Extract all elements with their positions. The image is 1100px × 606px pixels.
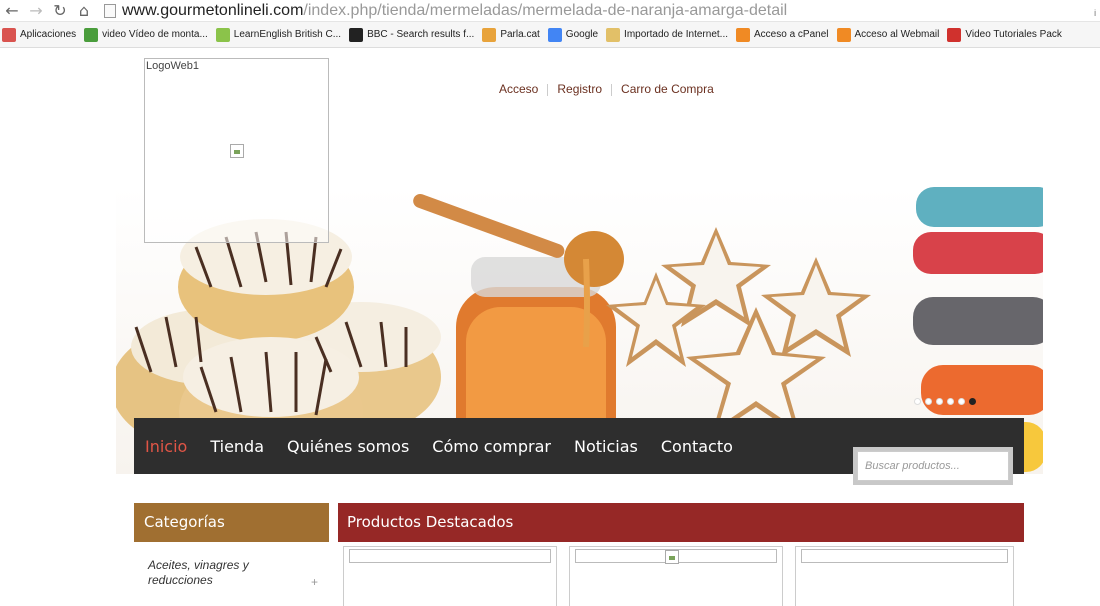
bookmark-icon [836,27,851,42]
slider-dot[interactable] [947,398,954,405]
bookmark-label: Video Tutoriales Pack [965,29,1062,40]
slider-dot[interactable] [925,398,932,405]
broken-image-icon [665,550,679,564]
expand-plus-icon[interactable]: + [311,575,318,589]
bookmark-item[interactable]: Google [546,27,604,42]
bookmark-icon [947,27,962,42]
back-icon[interactable]: ← [0,0,24,22]
bookmark-label: LearnEnglish British C... [233,29,342,40]
nav-quienes-somos[interactable]: Quiénes somos [287,437,409,456]
bookmark-icon [547,27,562,42]
home-icon[interactable]: ⌂ [72,0,96,22]
bookmark-label: Google [565,29,599,40]
slider-dot[interactable] [958,398,965,405]
nav-noticias[interactable]: Noticias [574,437,638,456]
bookmark-item[interactable]: LearnEnglish British C... [214,27,347,42]
bookmark-icon [2,27,16,42]
bookmark-label: video Vídeo de monta... [102,29,208,40]
bookmark-item[interactable]: Video Tutoriales Pack [945,27,1068,42]
product-image-frame [801,549,1008,563]
product-image-frame [349,549,551,563]
product-card[interactable] [795,546,1014,606]
bookmark-icon [482,27,497,42]
register-link[interactable]: Registro [548,82,611,96]
website: LogoWeb1 Acceso Registro Carro de Compra… [0,48,1100,606]
bookmark-label: Acceso a cPanel [754,29,829,40]
login-link[interactable]: Acceso [490,82,547,96]
star-cookies-illustration [606,227,871,437]
categories-heading: Categorías [134,503,329,542]
product-card[interactable] [343,546,557,606]
nav-contacto[interactable]: Contacto [661,437,733,456]
nav-inicio[interactable]: Inicio [145,437,187,456]
bookmark-item[interactable]: Importado de Internet... [604,27,734,42]
bookmark-icon [736,27,750,42]
featured-products-heading: Productos Destacados [338,503,1024,542]
bookmark-label: Importado de Internet... [624,29,728,40]
broken-image-icon [230,144,244,158]
product-image-frame [575,549,777,564]
bookmark-item[interactable]: video Vídeo de monta... [82,27,214,42]
slider-dot[interactable] [936,398,943,405]
bookmark-icon [606,27,621,42]
slider-dot[interactable] [969,398,976,405]
bookmark-icon [84,27,99,42]
slider-dots [914,398,976,405]
bookmark-item[interactable]: Aplicaciones [0,27,82,42]
logo-alt-text: LogoWeb1 [146,60,200,72]
bookmark-item[interactable]: BBC - Search results f... [347,27,480,42]
bookmark-label: Aplicaciones [20,29,77,40]
nav-tienda[interactable]: Tienda [210,437,264,456]
address-end-icon: ᵢ [1094,3,1096,18]
bookmark-item[interactable]: Acceso a cPanel [734,27,835,42]
bookmark-label: Acceso al Webmail [854,29,940,40]
nav-como-comprar[interactable]: Cómo comprar [432,437,551,456]
bookmark-icon [215,27,230,42]
bookmark-label: Parla.cat [500,29,540,40]
bookmark-icon [349,27,364,42]
bookmark-item[interactable]: Acceso al Webmail [835,27,946,42]
page-icon [104,3,116,18]
reload-icon[interactable]: ↻ [48,0,72,22]
product-card[interactable] [569,546,783,606]
account-links: Acceso Registro Carro de Compra [490,82,723,96]
address-bar: ← → ↻ ⌂ www.gourmetonlineli.com/index.ph… [0,0,1100,22]
category-item[interactable]: Aceites, vinagres y reducciones [148,558,298,588]
logo[interactable]: LogoWeb1 [144,58,329,243]
bookmark-item[interactable]: Parla.cat [480,27,545,42]
forward-icon[interactable]: → [24,0,48,22]
cart-link[interactable]: Carro de Compra [612,82,723,96]
search-input[interactable]: Buscar productos... [857,451,1009,481]
url-field[interactable]: www.gourmetonlineli.com/index.php/tienda… [122,2,787,20]
bookmark-label: BBC - Search results f... [367,29,475,40]
slider-dot[interactable] [914,398,921,405]
bookmarks-bar: Aplicaciones video Vídeo de monta... Learn… [0,22,1100,48]
